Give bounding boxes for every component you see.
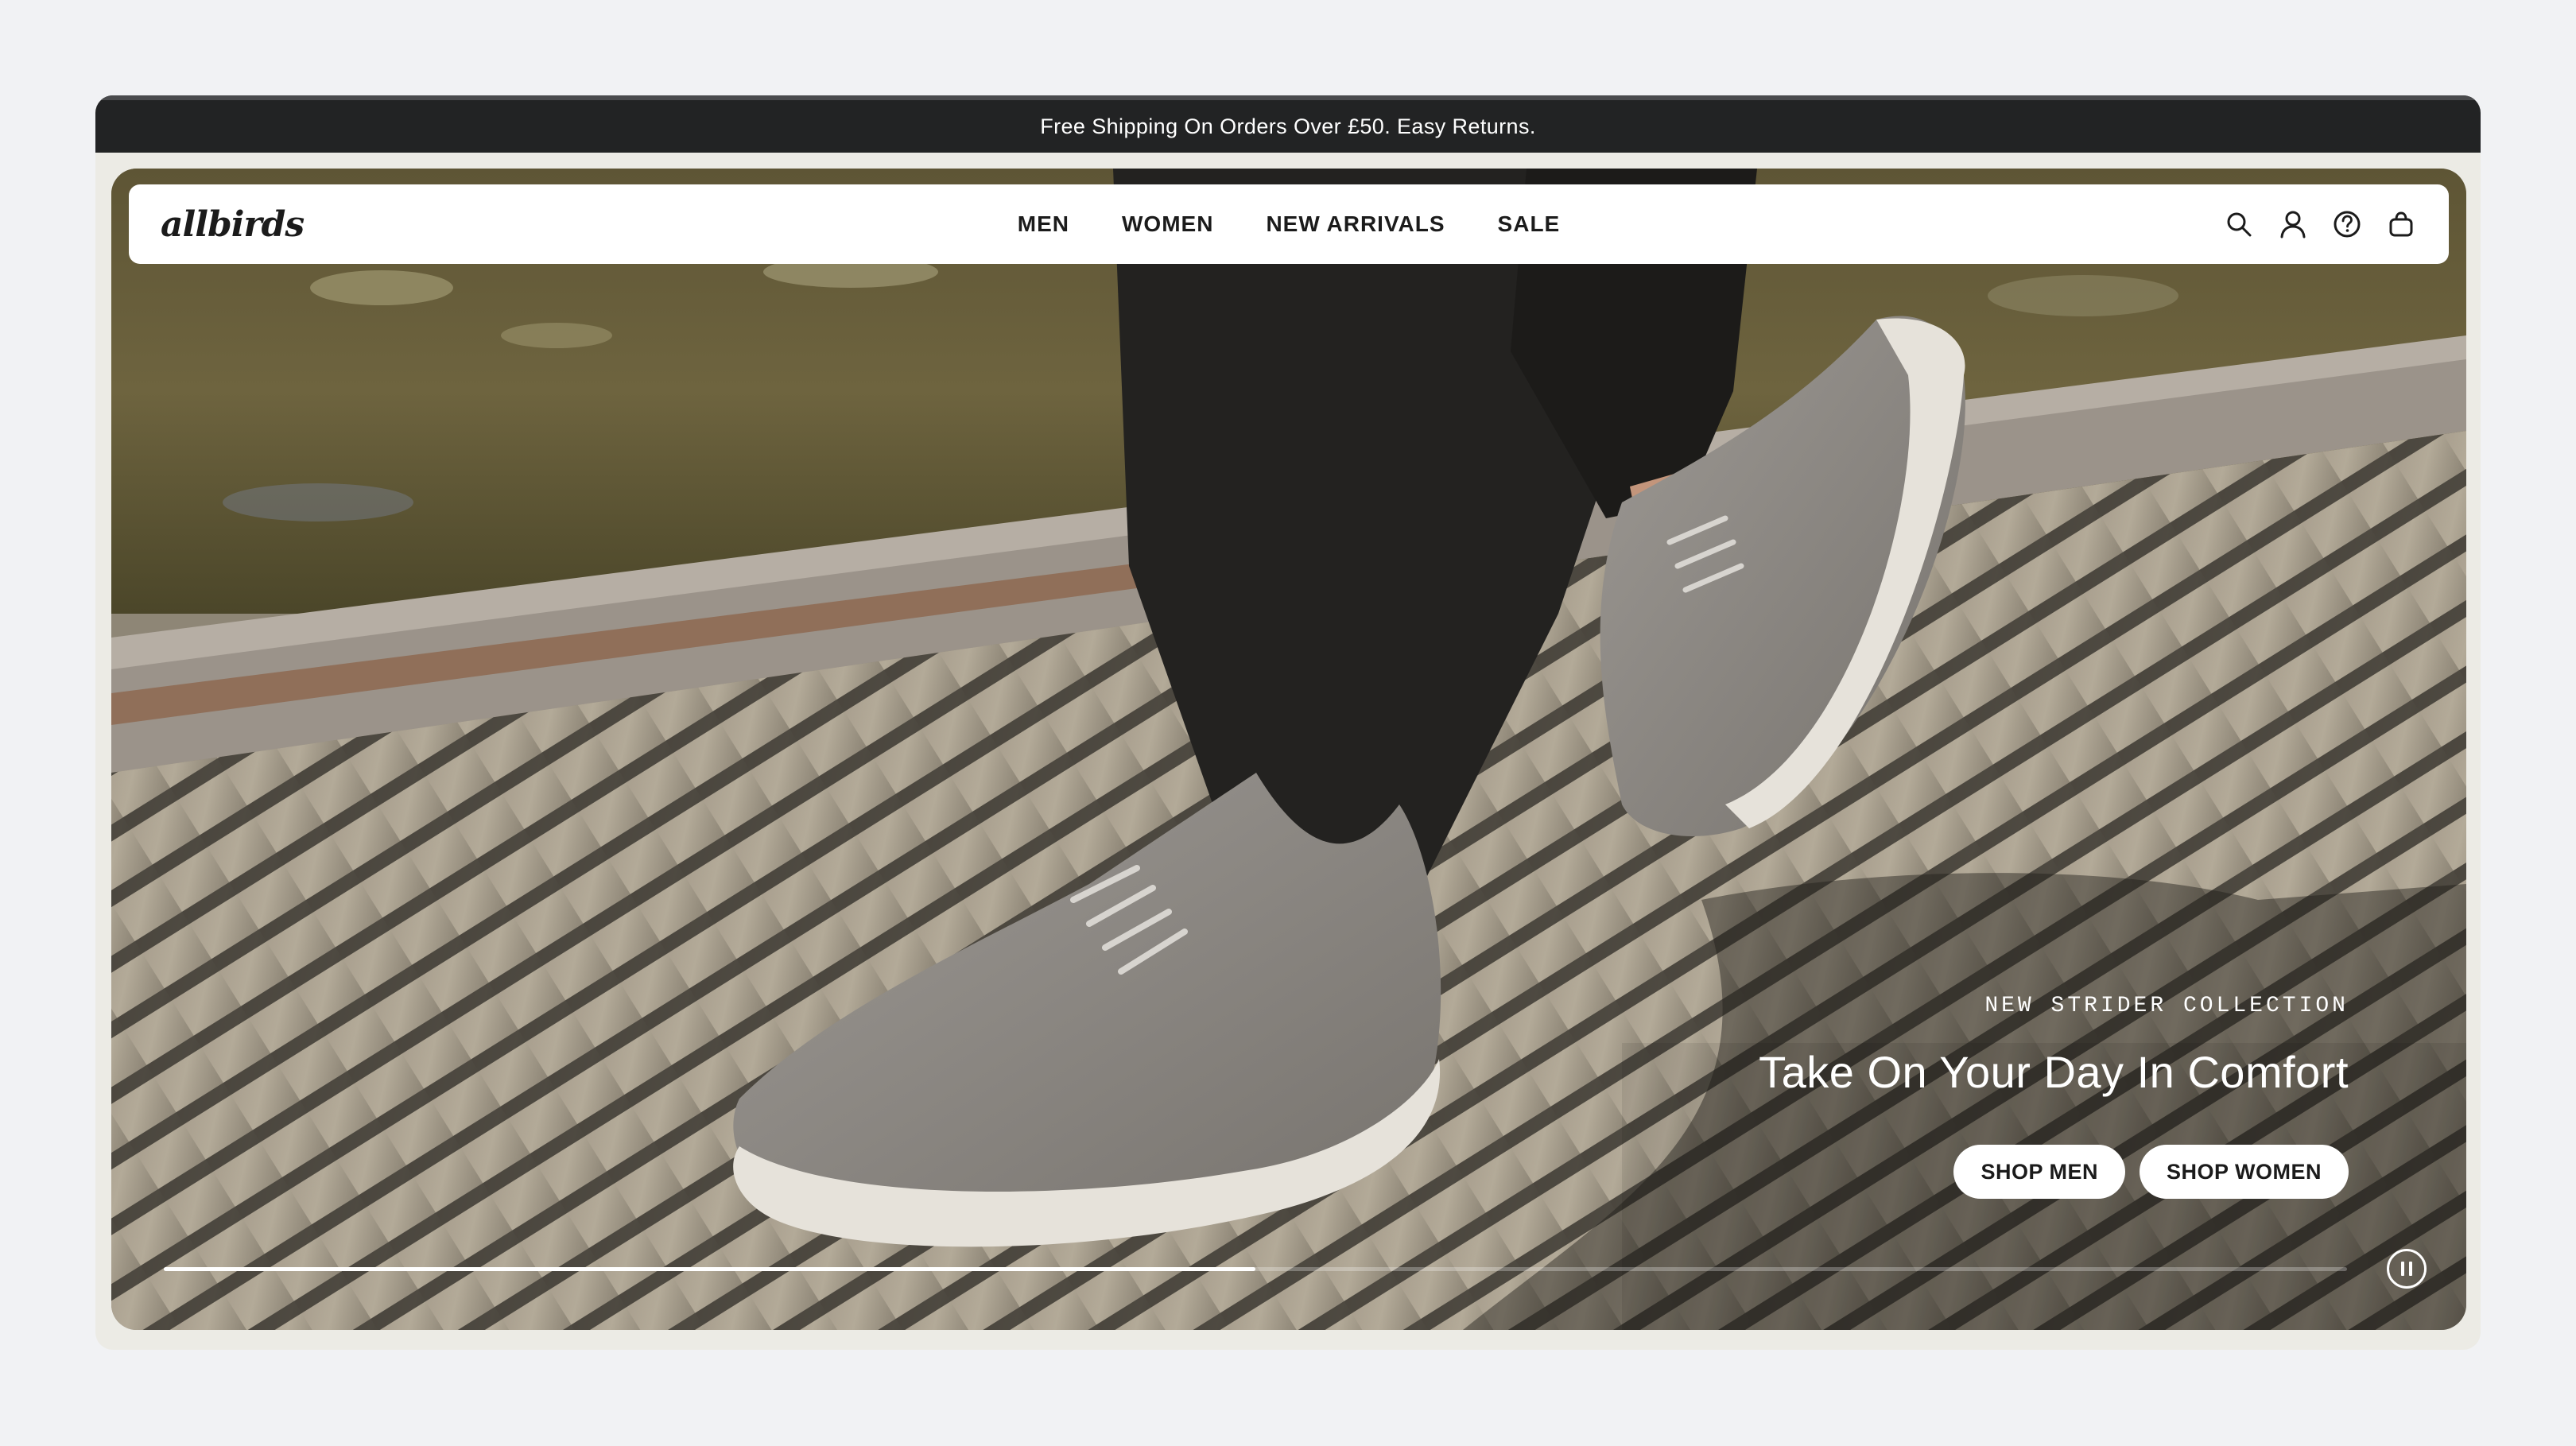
help-icon[interactable] <box>2331 208 2363 240</box>
account-icon[interactable] <box>2277 208 2309 240</box>
primary-nav: MEN WOMEN NEW ARRIVALS SALE <box>1018 211 1560 237</box>
announcement-text: Free Shipping On Orders Over £50. Easy R… <box>1040 114 1536 138</box>
nav-women[interactable]: WOMEN <box>1122 211 1213 237</box>
hero-headline: Take On Your Day In Comfort <box>1759 1047 2349 1097</box>
header-icons <box>2223 208 2417 240</box>
nav-new-arrivals[interactable]: NEW ARRIVALS <box>1266 211 1445 237</box>
hero-eyebrow: NEW STRIDER COLLECTION <box>1984 994 2349 1018</box>
nav-men[interactable]: MEN <box>1018 211 1069 237</box>
carousel-progress-fill <box>164 1267 1255 1271</box>
hero-cta-group: SHOP MEN SHOP WOMEN <box>1953 1145 2349 1199</box>
nav-sale[interactable]: SALE <box>1498 211 1561 237</box>
search-icon[interactable] <box>2223 208 2255 240</box>
announcement-bar: Free Shipping On Orders Over £50. Easy R… <box>95 95 2481 153</box>
site-header: allbirds MEN WOMEN NEW ARRIVALS SALE <box>129 184 2449 264</box>
cart-icon[interactable] <box>2385 208 2417 240</box>
shop-men-button[interactable]: SHOP MEN <box>1953 1145 2125 1199</box>
shop-women-button[interactable]: SHOP WOMEN <box>2139 1145 2349 1199</box>
allbirds-logo[interactable]: allbirds <box>161 204 305 245</box>
browser-viewport: Free Shipping On Orders Over £50. Easy R… <box>95 95 2481 1350</box>
pause-bar <box>2401 1262 2404 1276</box>
pause-icon[interactable] <box>2387 1249 2427 1289</box>
carousel-progress-track <box>164 1267 2347 1271</box>
pause-bar <box>2409 1262 2412 1276</box>
